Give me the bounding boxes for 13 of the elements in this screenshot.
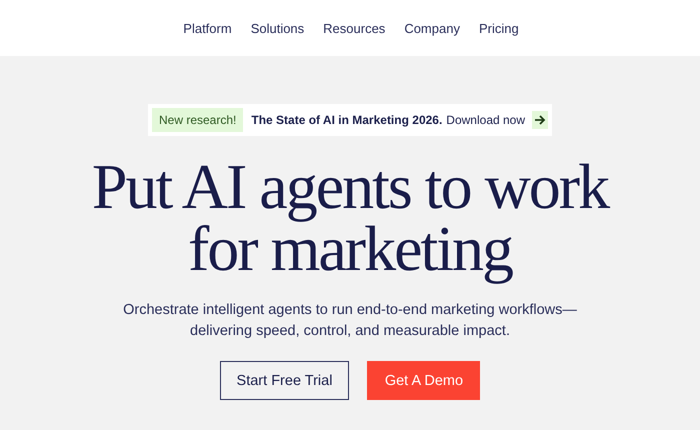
trial-button[interactable]: Start Free Trial <box>220 361 350 400</box>
arrow-right-icon <box>532 111 548 129</box>
nav-link[interactable]: Company <box>404 20 460 36</box>
demo-button[interactable]: Get A Demo <box>367 361 480 400</box>
nav-link[interactable]: Platform <box>183 20 232 36</box>
nav-link[interactable]: Resources <box>323 20 386 36</box>
announcement-title: The State of AI in Marketing 2026. <box>251 113 442 127</box>
announcement-banner[interactable]: New research! The State of AI in Marketing 2026. Download now <box>148 104 552 136</box>
hero-subtitle: Orchestrate intelligent agents to run end-to-end marketing workflows— delivering speed, control, and measurable impact. <box>123 301 577 341</box>
nav-link[interactable]: Pricing <box>478 20 519 36</box>
announcement-tag: New research! <box>152 108 244 132</box>
nav-link[interactable]: Solutions <box>250 20 304 36</box>
download-link[interactable]: Download now <box>446 113 526 127</box>
